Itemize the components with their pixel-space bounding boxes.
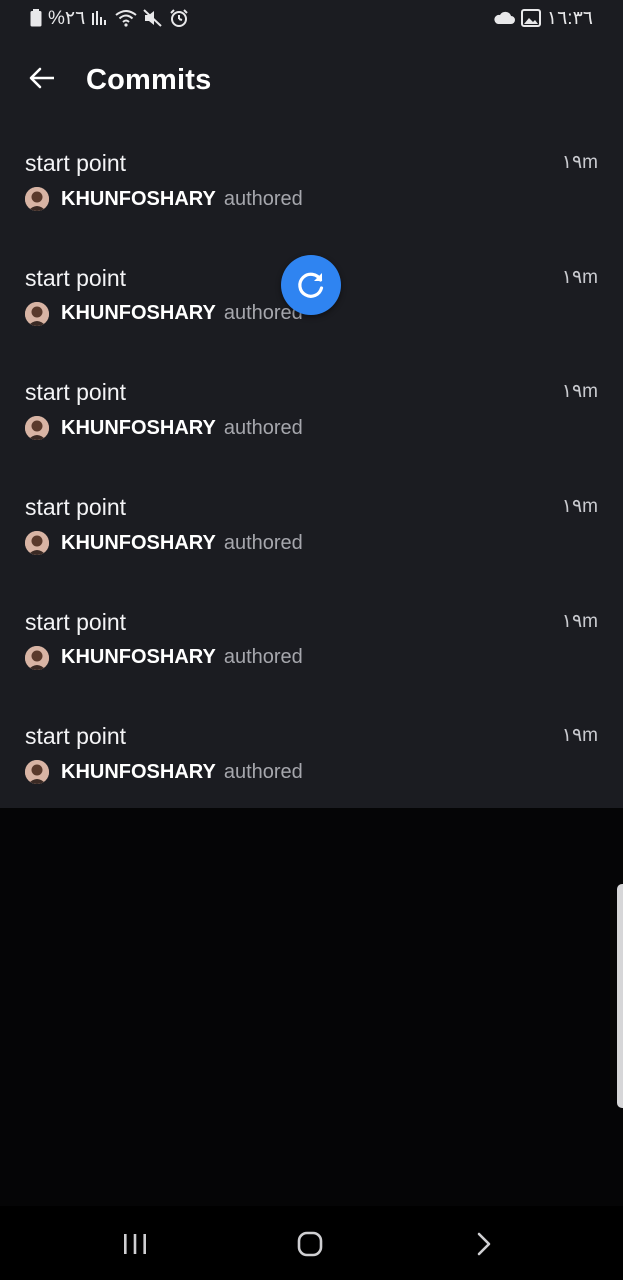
status-bar: %٢٦ ١٦:٣٦ (0, 0, 623, 36)
commit-message: start point (25, 723, 126, 750)
avatar (25, 301, 49, 326)
commit-message: start point (25, 379, 126, 406)
wifi-icon (115, 9, 137, 27)
avatar (25, 760, 49, 785)
author-verb: authored (223, 187, 303, 210)
commit-author-line: KHUNFOSHARY authored (25, 759, 303, 785)
commit-author-line: KHUNFOSHARY authored (25, 530, 303, 556)
commit-message: start point (25, 494, 126, 521)
author-name[interactable]: KHUNFOSHARY (61, 761, 216, 784)
page-title: Commits (86, 64, 212, 96)
back-button[interactable] (24, 58, 60, 98)
refresh-indicator[interactable] (281, 255, 341, 315)
commit-time: ١٩m (561, 266, 598, 288)
commit-row[interactable]: start point ١٩m KHUNFOSHARY authored (0, 713, 623, 828)
commits-screen: Commits start point ١٩m KHUNFOSHARY auth… (0, 36, 623, 808)
author-name[interactable]: KHUNFOSHARY (61, 302, 216, 325)
commit-author-line: KHUNFOSHARY authored (25, 301, 303, 327)
home-icon (297, 1231, 323, 1257)
commit-author-line: KHUNFOSHARY authored (25, 186, 303, 212)
avatar (25, 416, 49, 441)
author-verb: authored (223, 531, 303, 554)
alarm-icon (169, 9, 189, 27)
navigation-bar (0, 1206, 623, 1280)
battery-percentage: %٢٦ (48, 7, 86, 29)
commit-row[interactable]: start point ١٩m KHUNFOSHARY authored (0, 140, 623, 255)
commit-time: ١٩m (561, 725, 598, 747)
author-name[interactable]: KHUNFOSHARY (61, 417, 216, 440)
author-name[interactable]: KHUNFOSHARY (61, 188, 216, 211)
status-right-group: ١٦:٣٦ (493, 7, 593, 30)
commit-time: ١٩m (561, 152, 598, 173)
author-name[interactable]: KHUNFOSHARY (61, 646, 216, 669)
commit-time: ١٩m (561, 496, 598, 518)
recent-apps-icon (124, 1234, 146, 1254)
commit-author-line: KHUNFOSHARY authored (25, 415, 303, 441)
status-clock: ١٦:٣٦ (546, 7, 593, 29)
app-header: Commits (0, 36, 623, 124)
commit-time: ١٩m (561, 610, 598, 632)
commit-message: start point (25, 608, 126, 635)
commit-row[interactable]: start point ١٩m KHUNFOSHARY authored (0, 484, 623, 599)
edge-panel-handle[interactable] (617, 884, 623, 1108)
arrow-left-icon (29, 67, 54, 89)
commit-row[interactable]: start point ١٩m KHUNFOSHARY authored (0, 369, 623, 484)
avatar (25, 531, 49, 556)
status-left-group: %٢٦ (30, 7, 189, 30)
commit-row[interactable]: start point ١٩m KHUNFOSHARY authored (0, 599, 623, 714)
commit-time: ١٩m (561, 381, 598, 403)
home-button[interactable] (280, 1224, 340, 1264)
recent-apps-button[interactable] (105, 1224, 165, 1264)
avatar (25, 645, 49, 670)
refresh-icon (298, 272, 324, 298)
author-verb: authored (223, 416, 303, 439)
commit-message: start point (25, 150, 126, 176)
commit-author-line: KHUNFOSHARY authored (25, 645, 303, 671)
avatar (25, 187, 49, 211)
back-chevron-icon (477, 1232, 491, 1256)
back-nav-button[interactable] (454, 1224, 514, 1264)
battery-icon (30, 9, 42, 27)
author-name[interactable]: KHUNFOSHARY (61, 532, 216, 555)
commit-message: start point (25, 264, 126, 291)
author-verb: authored (223, 646, 303, 669)
gallery-icon (520, 9, 541, 27)
mute-icon (143, 9, 163, 27)
author-verb: authored (223, 760, 303, 783)
cloud-icon (493, 11, 515, 25)
signal-icon (91, 9, 109, 27)
commit-list: start point ١٩m KHUNFOSHARY authored sta… (0, 140, 623, 828)
